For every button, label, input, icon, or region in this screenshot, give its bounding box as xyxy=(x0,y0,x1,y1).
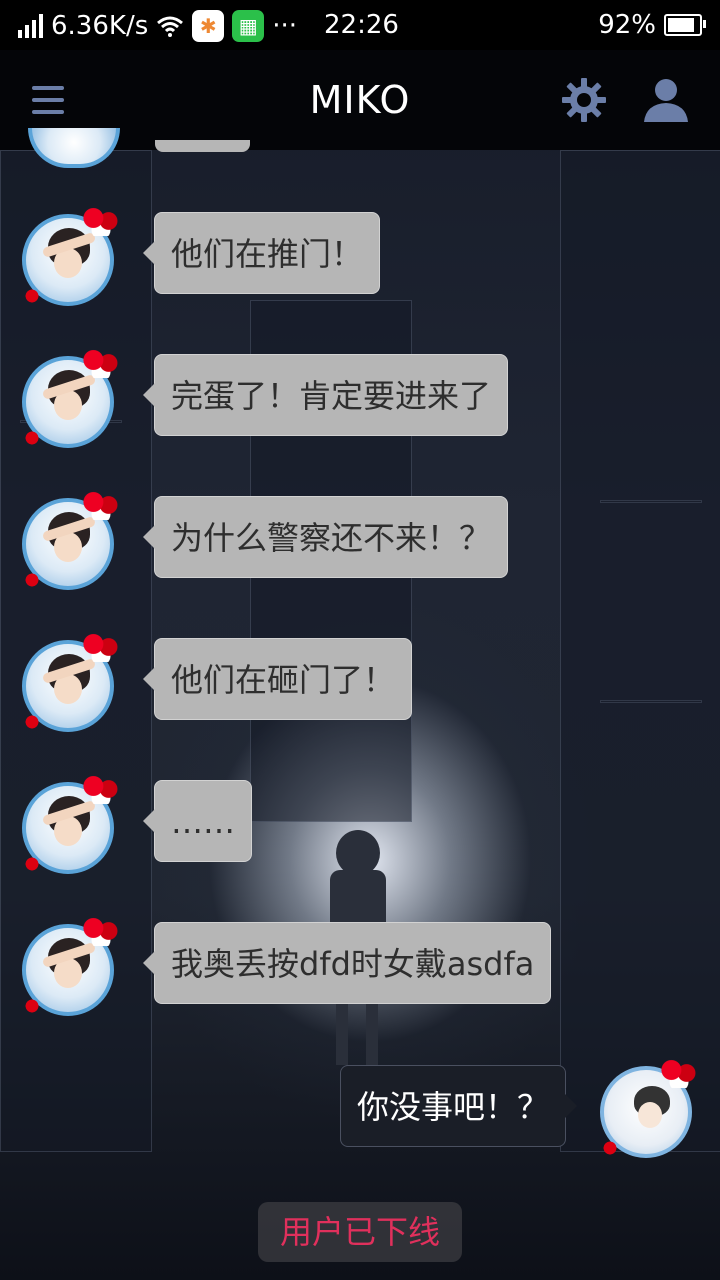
app-grid-icon: ▦ xyxy=(232,10,265,42)
user-icon[interactable] xyxy=(640,76,692,124)
network-speed: 6.36K/s xyxy=(51,11,149,41)
message-bubble[interactable]: 我奥丢按dfd时女戴asdfa xyxy=(142,922,552,1004)
message-bubble[interactable]: 完蛋了！肯定要进来了 xyxy=(142,354,509,436)
avatar-miko-partial[interactable] xyxy=(28,128,120,168)
avatar-miko[interactable] xyxy=(20,916,120,1016)
user-offline-notice: 用户已下线 xyxy=(258,1202,462,1262)
clock: 22:26 xyxy=(324,10,399,40)
avatar-miko[interactable] xyxy=(20,632,120,732)
message-bubble[interactable]: …… xyxy=(143,780,252,862)
battery-percent: 92% xyxy=(598,10,656,40)
message-bubble[interactable]: 他们在推门！ xyxy=(142,212,381,294)
message-bubble[interactable]: 他们在砸门了！ xyxy=(142,638,413,720)
more-notifications-icon: ··· xyxy=(272,11,298,41)
status-left: 6.36K/s ✱ ▦ ··· xyxy=(18,10,297,42)
message-bubble-partial xyxy=(155,140,250,152)
gear-icon[interactable] xyxy=(560,76,608,124)
avatar-miko[interactable] xyxy=(20,206,120,306)
avatar-miko[interactable] xyxy=(20,774,120,874)
signal-icon xyxy=(18,14,43,38)
avatar-me[interactable] xyxy=(598,1058,698,1158)
app-notification-icon: ✱ xyxy=(192,10,225,42)
avatar-miko[interactable] xyxy=(20,348,120,448)
chat-title: MIKO xyxy=(309,78,411,122)
battery-icon xyxy=(664,14,706,36)
status-right: 92% xyxy=(598,10,706,40)
status-bar: 6.36K/s ✱ ▦ ··· 22:26 92% xyxy=(0,0,720,50)
chat-area[interactable]: 他们在推门！ 完蛋了！肯定要进来了 为什么警察还不来！？ 他们在砸门了！ …… … xyxy=(0,128,720,1280)
message-bubble-outgoing[interactable]: 你没事吧！？ xyxy=(339,1065,578,1147)
message-bubble[interactable]: 为什么警察还不来！？ xyxy=(142,496,509,578)
avatar-miko[interactable] xyxy=(20,490,120,590)
wifi-icon xyxy=(157,16,184,37)
